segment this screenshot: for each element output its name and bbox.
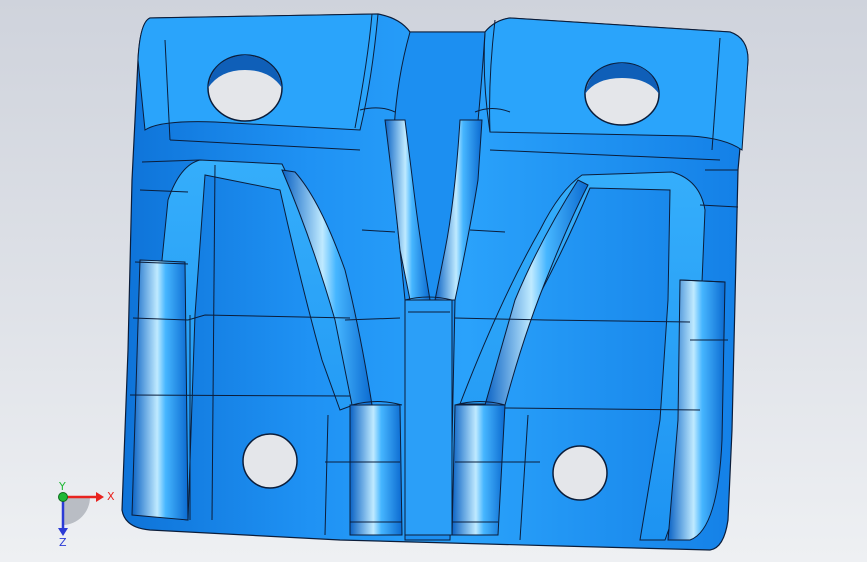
channel-bottom-right bbox=[451, 404, 506, 536]
mounting-hole-bottom-right[interactable] bbox=[552, 445, 608, 501]
channel-bottom-center bbox=[404, 299, 453, 536]
channel-left-wall bbox=[131, 259, 189, 521]
mold-3d-model[interactable] bbox=[0, 0, 867, 562]
mounting-hole-bottom-left[interactable] bbox=[242, 433, 298, 489]
graphics-viewport[interactable]: X Y Z bbox=[0, 0, 867, 562]
channel-bottom-left bbox=[349, 404, 403, 536]
